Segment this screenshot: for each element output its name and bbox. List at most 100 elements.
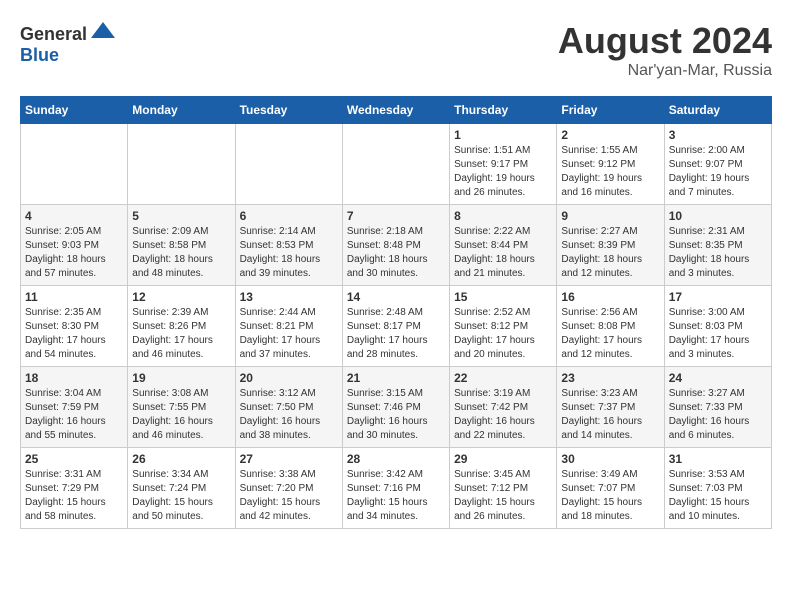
header-day-sunday: Sunday: [21, 97, 128, 124]
day-info: Sunrise: 2:48 AMSunset: 8:17 PMDaylight:…: [347, 306, 445, 362]
calendar-cell: 8Sunrise: 2:22 AMSunset: 8:44 PMDaylight…: [450, 205, 557, 286]
day-info: Sunrise: 3:12 AMSunset: 7:50 PMDaylight:…: [240, 387, 338, 443]
day-info: Sunrise: 2:35 AMSunset: 8:30 PMDaylight:…: [25, 306, 123, 362]
day-info: Sunrise: 2:27 AMSunset: 8:39 PMDaylight:…: [561, 225, 659, 281]
day-number: 4: [25, 209, 123, 223]
day-number: 22: [454, 371, 552, 385]
calendar-cell: 15 Sunrise: 2:52 AMSunset: 8:12 PMDayligh…: [450, 286, 557, 367]
day-info: Sunrise: 3:42 AMSunset: 7:16 PMDaylight:…: [347, 468, 445, 524]
day-number: 25: [25, 452, 123, 466]
week-row-3: 11 Sunrise: 2:35 AMSunset: 8:30 PMDayligh…: [21, 286, 772, 367]
calendar-cell: 18Sunrise: 3:04 AMSunset: 7:59 PMDayligh…: [21, 367, 128, 448]
day-info: Sunrise: 3:53 AMSunset: 7:03 PMDaylight:…: [669, 468, 767, 524]
calendar-cell: 7 Sunrise: 2:18 AMSunset: 8:48 PMDaylight…: [342, 205, 449, 286]
calendar-cell: 16 Sunrise: 2:56 AMSunset: 8:08 PMDayligh…: [557, 286, 664, 367]
calendar-cell: 3 Sunrise: 2:00 AMSunset: 9:07 PMDaylight…: [664, 124, 771, 205]
page-header: General Blue August 2024 Nar'yan-Mar, Ru…: [20, 20, 772, 80]
calendar-cell: [21, 124, 128, 205]
day-info: Sunrise: 2:56 AMSunset: 8:08 PMDaylight:…: [561, 306, 659, 362]
calendar-table: SundayMondayTuesdayWednesdayThursdayFrid…: [20, 96, 772, 529]
calendar-cell: 20 Sunrise: 3:12 AMSunset: 7:50 PMDayligh…: [235, 367, 342, 448]
day-info: Sunrise: 3:49 AMSunset: 7:07 PMDaylight:…: [561, 468, 659, 524]
day-number: 20: [240, 371, 338, 385]
calendar-cell: 25 Sunrise: 3:31 AMSunset: 7:29 PMDayligh…: [21, 448, 128, 529]
day-number: 3: [669, 128, 767, 142]
calendar-cell: 1Sunrise: 1:51 AMSunset: 9:17 PMDaylight…: [450, 124, 557, 205]
day-info: Sunrise: 3:27 AMSunset: 7:33 PMDaylight:…: [669, 387, 767, 443]
day-info: Sunrise: 2:39 AMSunset: 8:26 PMDaylight:…: [132, 306, 230, 362]
day-info: Sunrise: 3:04 AMSunset: 7:59 PMDaylight:…: [25, 387, 123, 443]
day-number: 9: [561, 209, 659, 223]
day-number: 11: [25, 290, 123, 304]
logo-text: General Blue: [20, 20, 117, 66]
logo-icon: [89, 20, 117, 40]
day-info: Sunrise: 2:52 AMSunset: 8:12 PMDaylight:…: [454, 306, 552, 362]
calendar-cell: 21 Sunrise: 3:15 AMSunset: 7:46 PMDayligh…: [342, 367, 449, 448]
day-number: 14: [347, 290, 445, 304]
header-row: SundayMondayTuesdayWednesdayThursdayFrid…: [21, 97, 772, 124]
day-info: Sunrise: 2:00 AMSunset: 9:07 PMDaylight:…: [669, 144, 767, 200]
day-info: Sunrise: 3:38 AMSunset: 7:20 PMDaylight:…: [240, 468, 338, 524]
day-number: 8: [454, 209, 552, 223]
calendar-cell: 30 Sunrise: 3:49 AMSunset: 7:07 PMDayligh…: [557, 448, 664, 529]
day-number: 10: [669, 209, 767, 223]
header-day-friday: Friday: [557, 97, 664, 124]
day-number: 19: [132, 371, 230, 385]
day-number: 30: [561, 452, 659, 466]
day-info: Sunrise: 2:18 AMSunset: 8:48 PMDaylight:…: [347, 225, 445, 281]
calendar-cell: 10 Sunrise: 2:31 AMSunset: 8:35 PMDayligh…: [664, 205, 771, 286]
day-info: Sunrise: 2:14 AMSunset: 8:53 PMDaylight:…: [240, 225, 338, 281]
calendar-cell: 17 Sunrise: 3:00 AMSunset: 8:03 PMDayligh…: [664, 286, 771, 367]
calendar-cell: 13Sunrise: 2:44 AMSunset: 8:21 PMDayligh…: [235, 286, 342, 367]
day-info: Sunrise: 3:23 AMSunset: 7:37 PMDaylight:…: [561, 387, 659, 443]
calendar-body: 1Sunrise: 1:51 AMSunset: 9:17 PMDaylight…: [21, 124, 772, 529]
day-number: 31: [669, 452, 767, 466]
day-number: 6: [240, 209, 338, 223]
day-info: Sunrise: 3:31 AMSunset: 7:29 PMDaylight:…: [25, 468, 123, 524]
calendar-cell: 28 Sunrise: 3:42 AMSunset: 7:16 PMDayligh…: [342, 448, 449, 529]
calendar-cell: 31 Sunrise: 3:53 AMSunset: 7:03 PMDayligh…: [664, 448, 771, 529]
calendar-cell: [128, 124, 235, 205]
day-number: 1: [454, 128, 552, 142]
day-info: Sunrise: 3:08 AMSunset: 7:55 PMDaylight:…: [132, 387, 230, 443]
title-block: August 2024 Nar'yan-Mar, Russia: [558, 20, 772, 80]
day-number: 21: [347, 371, 445, 385]
day-number: 7: [347, 209, 445, 223]
calendar-cell: 29 Sunrise: 3:45 AMSunset: 7:12 PMDayligh…: [450, 448, 557, 529]
calendar-cell: 23 Sunrise: 3:23 AMSunset: 7:37 PMDayligh…: [557, 367, 664, 448]
header-day-wednesday: Wednesday: [342, 97, 449, 124]
day-info: Sunrise: 3:45 AMSunset: 7:12 PMDaylight:…: [454, 468, 552, 524]
calendar-cell: 27 Sunrise: 3:38 AMSunset: 7:20 PMDayligh…: [235, 448, 342, 529]
day-number: 23: [561, 371, 659, 385]
day-info: Sunrise: 3:15 AMSunset: 7:46 PMDaylight:…: [347, 387, 445, 443]
calendar-cell: [342, 124, 449, 205]
page-title: August 2024: [558, 20, 772, 62]
day-info: Sunrise: 2:05 AMSunset: 9:03 PMDaylight:…: [25, 225, 123, 281]
day-number: 12: [132, 290, 230, 304]
day-info: Sunrise: 3:19 AMSunset: 7:42 PMDaylight:…: [454, 387, 552, 443]
day-number: 24: [669, 371, 767, 385]
calendar-cell: 24 Sunrise: 3:27 AMSunset: 7:33 PMDayligh…: [664, 367, 771, 448]
day-info: Sunrise: 1:55 AMSunset: 9:12 PMDaylight:…: [561, 144, 659, 200]
day-number: 15: [454, 290, 552, 304]
day-number: 16: [561, 290, 659, 304]
day-number: 29: [454, 452, 552, 466]
day-info: Sunrise: 2:31 AMSunset: 8:35 PMDaylight:…: [669, 225, 767, 281]
day-number: 28: [347, 452, 445, 466]
calendar-cell: 11 Sunrise: 2:35 AMSunset: 8:30 PMDayligh…: [21, 286, 128, 367]
day-info: Sunrise: 3:00 AMSunset: 8:03 PMDaylight:…: [669, 306, 767, 362]
calendar-cell: [235, 124, 342, 205]
week-row-2: 4 Sunrise: 2:05 AMSunset: 9:03 PMDaylight…: [21, 205, 772, 286]
calendar-cell: 4 Sunrise: 2:05 AMSunset: 9:03 PMDaylight…: [21, 205, 128, 286]
calendar-cell: 19 Sunrise: 3:08 AMSunset: 7:55 PMDayligh…: [128, 367, 235, 448]
logo: General Blue: [20, 20, 117, 66]
day-number: 27: [240, 452, 338, 466]
calendar-cell: 14 Sunrise: 2:48 AMSunset: 8:17 PMDayligh…: [342, 286, 449, 367]
day-number: 26: [132, 452, 230, 466]
calendar-cell: 9 Sunrise: 2:27 AMSunset: 8:39 PMDaylight…: [557, 205, 664, 286]
week-row-4: 18Sunrise: 3:04 AMSunset: 7:59 PMDayligh…: [21, 367, 772, 448]
header-day-thursday: Thursday: [450, 97, 557, 124]
header-day-saturday: Saturday: [664, 97, 771, 124]
day-number: 17: [669, 290, 767, 304]
calendar-cell: 6 Sunrise: 2:14 AMSunset: 8:53 PMDaylight…: [235, 205, 342, 286]
